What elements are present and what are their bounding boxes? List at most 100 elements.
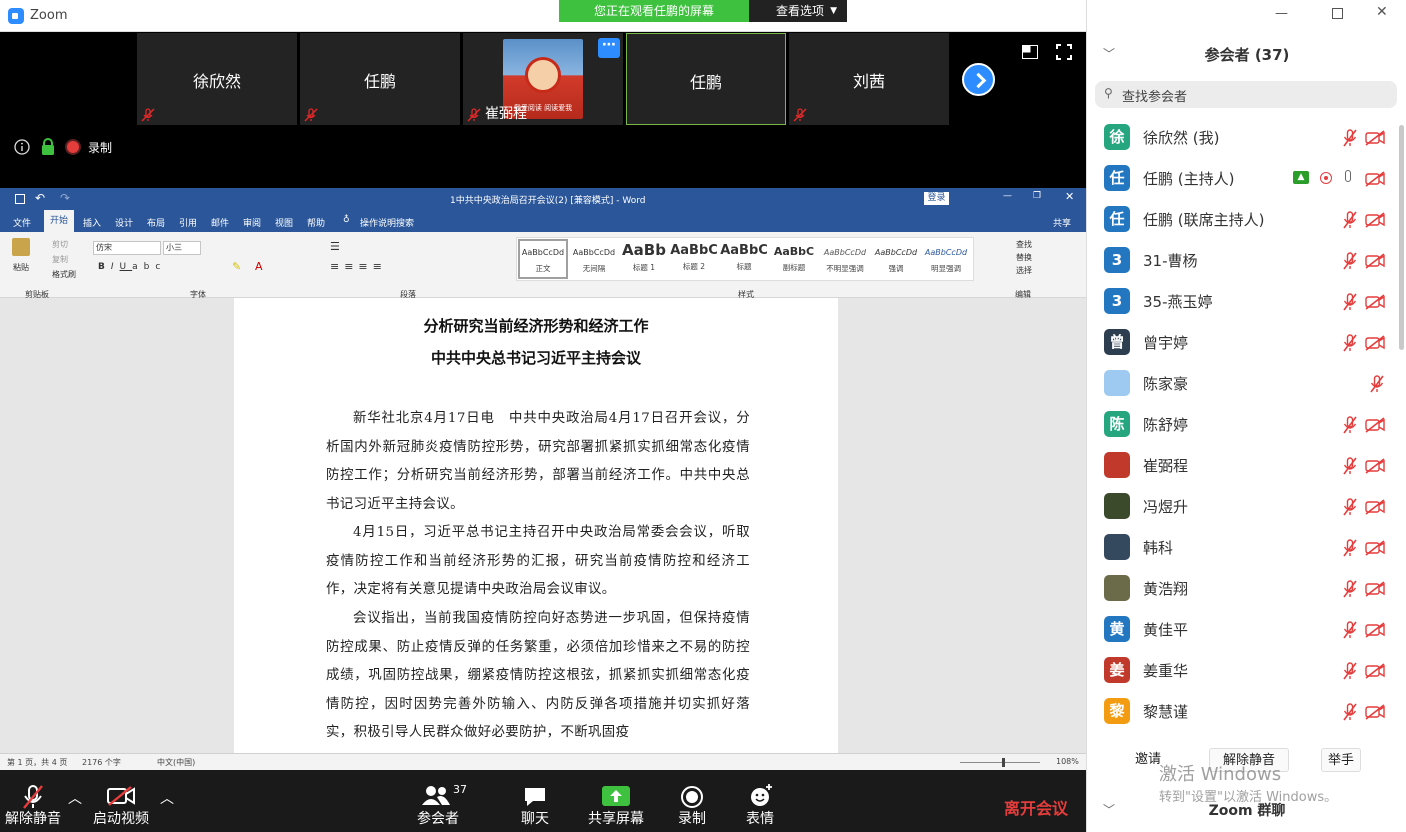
- maximize-icon[interactable]: [1332, 8, 1343, 19]
- participant-row[interactable]: 冯煜升: [1087, 486, 1406, 527]
- participant-name: 黄佳平: [1143, 621, 1189, 639]
- tab-view[interactable]: 视图: [275, 216, 293, 229]
- undo-icon[interactable]: ↶: [35, 191, 45, 205]
- share-button[interactable]: 共享: [1053, 216, 1071, 229]
- reactions-button[interactable]: 表情: [736, 770, 784, 832]
- view-options-button[interactable]: 查看选项 ▼: [749, 0, 847, 22]
- video-tile[interactable]: 刘茜: [789, 33, 949, 125]
- zoom-slider-thumb[interactable]: [1002, 758, 1005, 767]
- redo-icon[interactable]: ↷: [60, 191, 70, 205]
- video-tile[interactable]: 我爱阅读 阅读爱我 崔弼程 ⋯: [463, 33, 623, 125]
- style-emphasis[interactable]: AaBbCcDd 强调: [871, 239, 921, 279]
- tab-layout[interactable]: 布局: [147, 216, 165, 229]
- style-intense-emphasis[interactable]: AaBbCcDd 明显强调: [921, 239, 971, 279]
- highlight-icon[interactable]: ✎: [232, 260, 241, 273]
- style-heading2[interactable]: AaBbC 标题 2: [669, 239, 719, 279]
- font-size-select[interactable]: 小三: [163, 241, 201, 255]
- video-off-icon: [1365, 663, 1385, 679]
- style-normal[interactable]: AaBbCcDd 正文: [518, 239, 568, 279]
- participant-row[interactable]: 黎黎慧谨: [1087, 691, 1406, 732]
- tab-mailings[interactable]: 邮件: [211, 216, 229, 229]
- participant-row[interactable]: 姜姜重华: [1087, 650, 1406, 691]
- start-video-button[interactable]: 启动视频: [88, 770, 154, 832]
- restore-icon[interactable]: ❐: [1033, 191, 1041, 201]
- font-color-icon[interactable]: A: [255, 260, 263, 273]
- tab-design[interactable]: 设计: [115, 216, 133, 229]
- replace-button[interactable]: 替换: [1016, 252, 1032, 263]
- save-icon[interactable]: [15, 194, 25, 204]
- align-icons[interactable]: ≡≡≡≡: [330, 260, 387, 273]
- next-page-arrow-icon[interactable]: [962, 63, 995, 96]
- video-tile[interactable]: 徐欣然: [137, 33, 297, 125]
- video-off-icon: [1365, 622, 1385, 638]
- share-screen-button[interactable]: 共享屏幕: [585, 770, 647, 832]
- styles-gallery[interactable]: AaBbCcDd 正文 AaBbCcDd 无间隔 AaBb 标题 1 AaBbC 标题 …: [516, 237, 974, 281]
- video-options-caret-icon[interactable]: ︿: [160, 788, 174, 808]
- video-tile-name: 崔弼程: [485, 106, 527, 122]
- style-subtle-emphasis[interactable]: AaBbCcDd 不明显强调: [819, 239, 871, 279]
- format-painter-button[interactable]: 格式刷: [52, 269, 76, 280]
- video-tile-active-speaker[interactable]: 任鹏: [626, 33, 786, 125]
- info-icon[interactable]: [14, 139, 30, 155]
- participant-row[interactable]: 3 35-燕玉婷: [1087, 281, 1406, 322]
- unmute-label: 解除静音: [5, 811, 61, 827]
- paste-icon[interactable]: [12, 238, 30, 256]
- participant-row[interactable]: 陈陈舒婷: [1087, 404, 1406, 445]
- layout-switch-icon[interactable]: [1022, 45, 1038, 59]
- chat-button[interactable]: 聊天: [510, 770, 560, 832]
- tab-help[interactable]: 帮助: [307, 216, 325, 229]
- participant-row[interactable]: 韩科: [1087, 527, 1406, 568]
- leave-meeting-button[interactable]: 离开会议: [1004, 795, 1068, 819]
- unmute-button[interactable]: 解除静音: [0, 770, 66, 832]
- participant-row[interactable]: 黄浩翔: [1087, 568, 1406, 609]
- panel-scrollbar[interactable]: [1399, 125, 1404, 350]
- encryption-lock-icon[interactable]: [41, 138, 55, 155]
- minimize-icon[interactable]: —: [1275, 6, 1288, 21]
- more-options-button[interactable]: ⋯: [598, 38, 620, 58]
- participant-row[interactable]: 陈家豪: [1087, 363, 1406, 404]
- find-button[interactable]: 查找: [1016, 239, 1032, 250]
- bullets-icon[interactable]: ☰: [330, 240, 340, 253]
- tab-file[interactable]: 文件: [13, 216, 31, 229]
- style-subtitle[interactable]: AaBbC 副标题: [769, 239, 819, 279]
- cut-button[interactable]: 剪切: [52, 239, 68, 250]
- login-button[interactable]: 登录: [924, 192, 949, 205]
- participant-row[interactable]: 3 31-曹杨: [1087, 240, 1406, 281]
- style-title[interactable]: AaBbC 标题: [719, 239, 769, 279]
- select-button[interactable]: 选择: [1016, 265, 1032, 276]
- font-name-select[interactable]: 仿宋: [93, 241, 161, 255]
- zoom-slider[interactable]: [960, 762, 1040, 763]
- style-no-spacing[interactable]: AaBbCcDd 无间隔: [569, 239, 619, 279]
- participant-name: 曾宇婷: [1143, 334, 1189, 352]
- tab-references[interactable]: 引用: [179, 216, 197, 229]
- participants-button[interactable]: 37 参会者: [410, 770, 467, 832]
- participant-row[interactable]: 曾曾宇婷: [1087, 322, 1406, 363]
- muted-mic-icon: [793, 108, 807, 122]
- document-page[interactable]: 分析研究当前经济形势和经济工作 中共中央总书记习近平主持会议 新华社北京4月17…: [234, 298, 838, 753]
- tab-review[interactable]: 审阅: [243, 216, 261, 229]
- close-icon[interactable]: ✕: [1065, 190, 1074, 203]
- video-tile[interactable]: 任鹏: [300, 33, 460, 125]
- participant-row[interactable]: 任任鹏 (联席主持人): [1087, 199, 1406, 240]
- minimize-icon[interactable]: —: [1003, 191, 1012, 201]
- fullscreen-icon[interactable]: [1056, 44, 1072, 60]
- participant-row[interactable]: 崔弼程: [1087, 445, 1406, 486]
- participant-row[interactable]: 徐徐欣然 (我): [1087, 117, 1406, 158]
- copy-button[interactable]: 复制: [52, 254, 68, 265]
- style-label: 正文: [535, 264, 551, 273]
- audio-options-caret-icon[interactable]: ︿: [68, 788, 82, 808]
- muted-mic-icon: [304, 108, 318, 122]
- tab-home[interactable]: 开始: [44, 210, 75, 232]
- style-heading1[interactable]: AaBb 标题 1: [619, 239, 669, 279]
- participant-search-field[interactable]: ⚲ 查找参会者: [1095, 81, 1397, 108]
- paste-button[interactable]: 粘贴: [13, 262, 29, 273]
- tab-insert[interactable]: 插入: [83, 216, 101, 229]
- raise-hand-button[interactable]: 举手: [1321, 748, 1361, 772]
- close-icon[interactable]: ✕: [1376, 4, 1388, 20]
- font-format-buttons[interactable]: BIUabc: [98, 262, 166, 272]
- record-button[interactable]: 录制: [668, 770, 716, 832]
- tell-me-search[interactable]: 操作说明搜索: [360, 216, 414, 229]
- participant-row[interactable]: 任任鹏 (主持人) ▲: [1087, 158, 1406, 199]
- participant-row[interactable]: 黄黄佳平: [1087, 609, 1406, 650]
- style-label: 不明显强调: [826, 264, 864, 273]
